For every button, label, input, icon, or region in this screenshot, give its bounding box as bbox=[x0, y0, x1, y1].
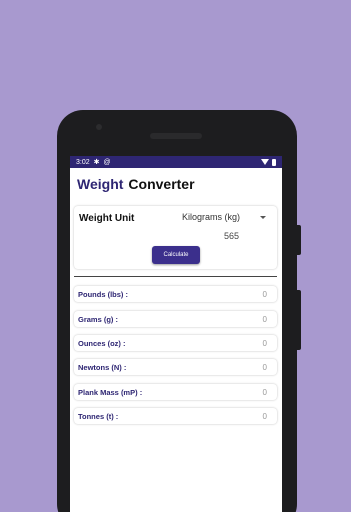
result-value: 0 bbox=[262, 289, 267, 299]
settings-icon: ✱ bbox=[93, 159, 100, 166]
status-bar: 3:02 ✱ @ bbox=[70, 156, 282, 168]
weight-unit-label: Weight Unit bbox=[79, 213, 135, 224]
divider bbox=[74, 276, 277, 277]
result-row-tonnes: Tonnes (t) : 0 bbox=[74, 408, 277, 424]
calculate-button[interactable]: Calculate bbox=[152, 246, 200, 264]
result-label: Grams (g) : bbox=[78, 314, 119, 324]
result-value: 0 bbox=[262, 314, 267, 324]
result-value: 0 bbox=[262, 338, 267, 348]
result-label: Newtons (N) : bbox=[78, 362, 127, 372]
result-label: Tonnes (t) : bbox=[78, 411, 119, 421]
power-button bbox=[297, 290, 301, 350]
at-icon: @ bbox=[103, 158, 111, 166]
result-row-newtons: Newtons (N) : 0 bbox=[74, 359, 277, 375]
result-row-plank-mass: Plank Mass (mP) : 0 bbox=[74, 384, 277, 400]
result-row-ounces: Ounces (oz) : 0 bbox=[74, 335, 277, 351]
result-label: Ounces (oz) : bbox=[78, 338, 126, 348]
result-value: 0 bbox=[262, 387, 267, 397]
unit-dropdown[interactable]: Kilograms (kg) bbox=[182, 212, 240, 222]
result-row-grams: Grams (g) : 0 bbox=[74, 311, 277, 327]
camera-icon bbox=[96, 124, 102, 130]
result-row-pounds: Pounds (lbs) : 0 bbox=[74, 286, 277, 302]
status-time: 3:02 bbox=[76, 158, 90, 166]
battery-icon bbox=[272, 158, 276, 166]
result-value: 0 bbox=[262, 411, 267, 421]
speaker-grille bbox=[150, 133, 202, 139]
volume-button bbox=[297, 225, 301, 255]
result-value: 0 bbox=[262, 362, 267, 372]
title-converter: Converter bbox=[128, 176, 195, 192]
weight-value-input[interactable]: 565 bbox=[224, 231, 239, 241]
app-screen: 3:02 ✱ @ Weight Converter Weight Unit Ki… bbox=[70, 156, 282, 512]
title-weight: Weight bbox=[77, 176, 124, 192]
chevron-down-icon[interactable] bbox=[260, 216, 266, 219]
result-label: Pounds (lbs) : bbox=[78, 289, 128, 299]
page-title: Weight Converter bbox=[70, 168, 282, 200]
result-label: Plank Mass (mP) : bbox=[78, 387, 143, 397]
wifi-icon bbox=[261, 159, 269, 165]
